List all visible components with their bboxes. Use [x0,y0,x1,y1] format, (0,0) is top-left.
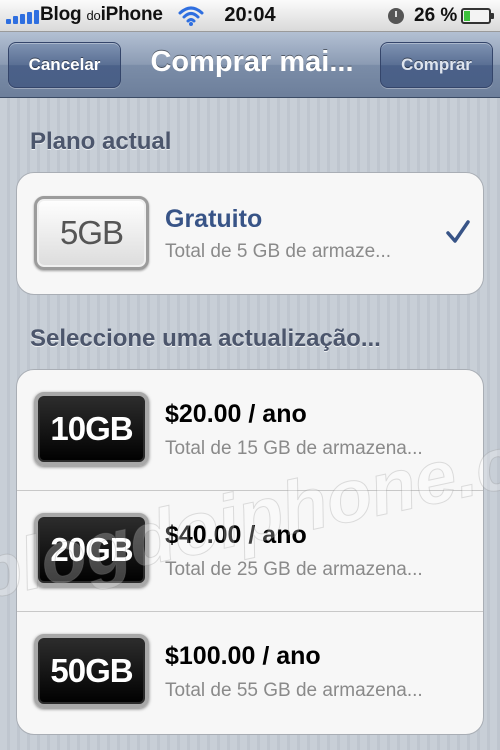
current-plan-group: 5GB Gratuito Total de 5 GB de armaze... [16,172,484,295]
storage-badge-icon: 5GB [34,196,149,270]
navigation-bar: Cancelar Comprar mai... Comprar [0,32,500,98]
current-plan-header: Plano actual [30,128,172,155]
upgrade-option-50gb[interactable]: 50GB $100.00 / ano Total de 55 GB de arm… [17,612,483,733]
cancel-button[interactable]: Cancelar [8,42,121,88]
battery-icon [461,8,494,24]
storage-badge-icon: 10GB [34,392,149,466]
plan-price: $20.00 / ano [165,400,307,428]
plan-name: Gratuito [165,205,263,233]
plan-description: Total de 55 GB de armazena... [165,680,423,701]
upgrade-options-group: 10GB $20.00 / ano Total de 15 GB de arma… [16,369,484,735]
lock-rotation-icon [388,8,404,24]
plan-price: $100.00 / ano [165,642,321,670]
plan-price: $40.00 / ano [165,521,307,549]
plan-description: Total de 15 GB de armazena... [165,438,423,459]
upgrade-option-10gb[interactable]: 10GB $20.00 / ano Total de 15 GB de arma… [17,370,483,491]
storage-badge-icon: 50GB [34,634,149,708]
current-plan-row[interactable]: 5GB Gratuito Total de 5 GB de armaze... [17,173,483,294]
plan-description: Total de 25 GB de armazena... [165,559,423,580]
buy-button[interactable]: Comprar [380,42,493,88]
checkmark-icon [446,220,470,243]
upgrade-header: Seleccione uma actualização... [30,325,381,352]
page-title: Comprar mai... [150,46,354,78]
storage-badge-icon: 20GB [34,513,149,587]
plan-description: Total de 5 GB de armaze... [165,241,392,262]
upgrade-option-20gb[interactable]: 20GB $40.00 / ano Total de 25 GB de arma… [17,491,483,612]
battery-percentage: 26 % [414,5,458,26]
status-bar: Blog doiPhone 20:04 26 % [0,0,500,32]
